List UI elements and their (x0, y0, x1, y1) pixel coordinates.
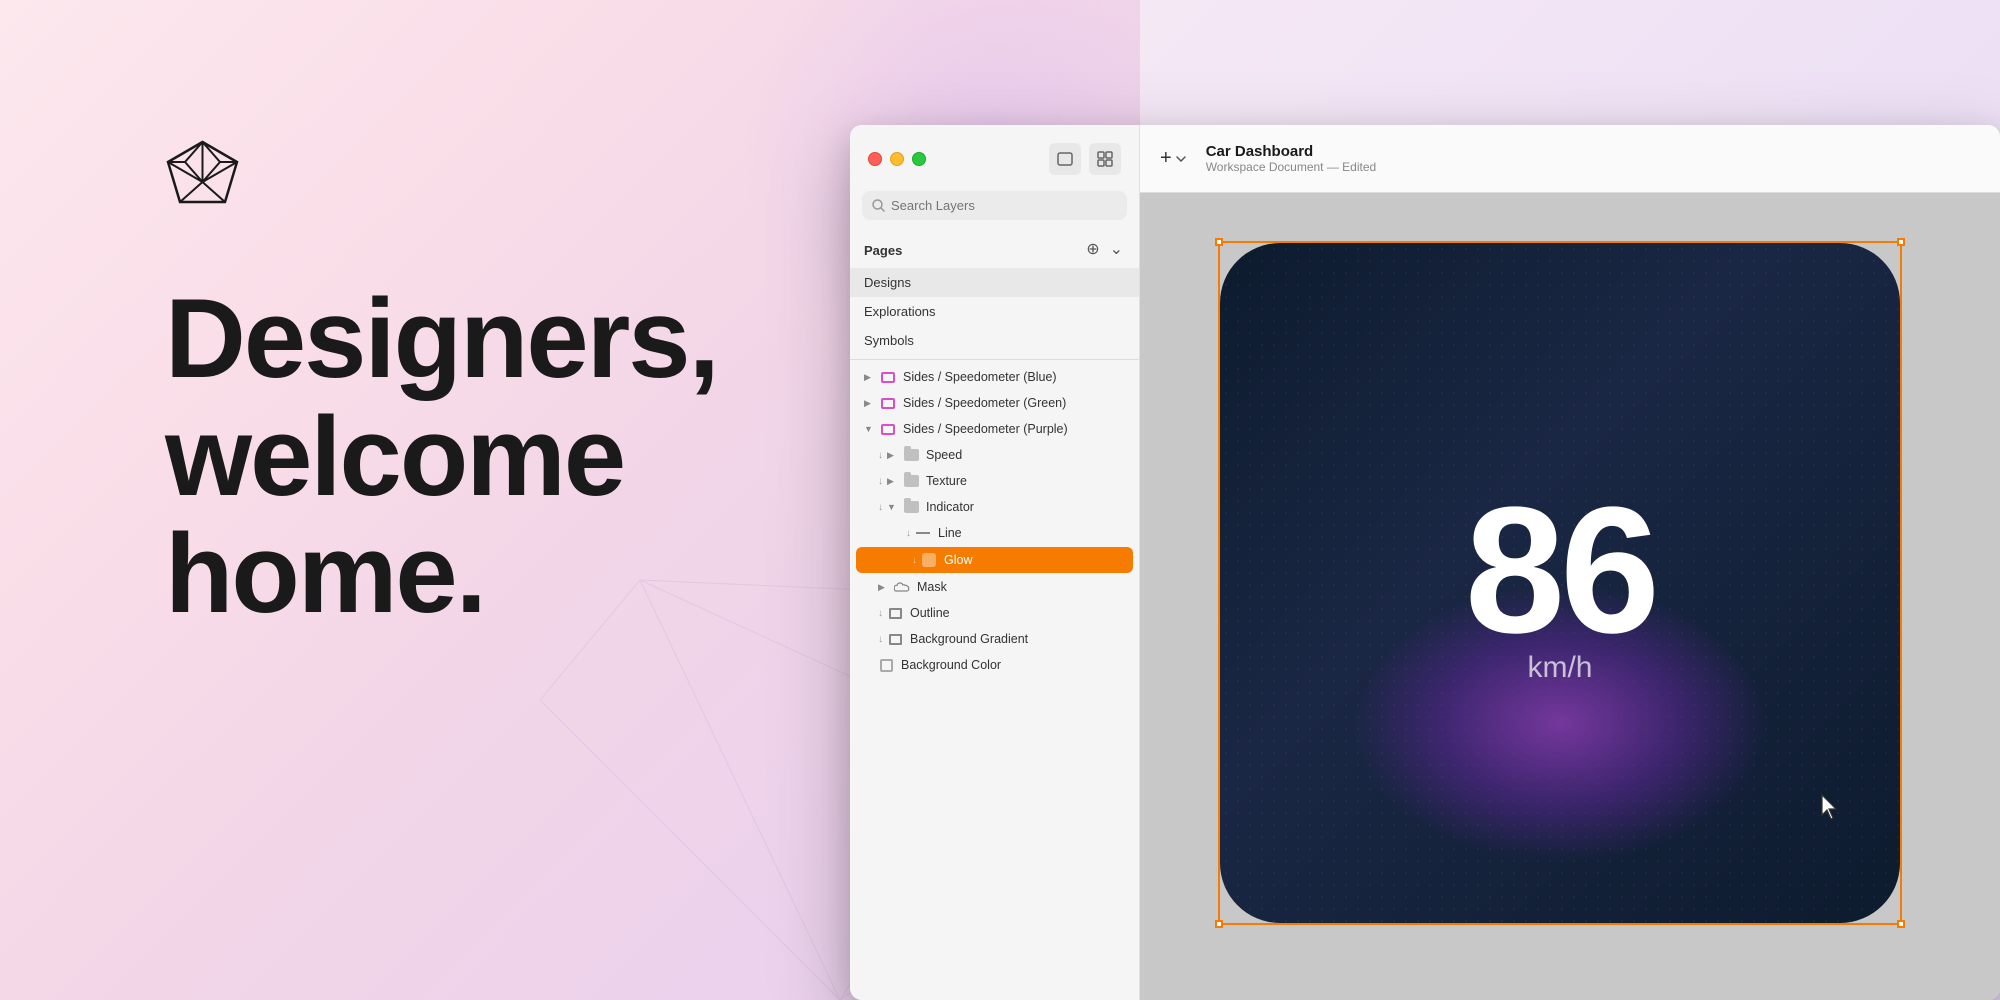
canvas-area[interactable]: 86 km/h (1140, 193, 2000, 1000)
cursor-pointer (1820, 793, 1840, 823)
hero-line-1: Designers, (165, 280, 718, 398)
dropdown-arrow-icon (1176, 156, 1186, 162)
search-icon (872, 199, 885, 212)
page-item-designs[interactable]: Designs (850, 268, 1139, 297)
chevron-green[interactable]: ▶ (864, 398, 876, 409)
small-arrow-indicator: ↓ (878, 502, 883, 513)
small-arrow-texture: ↓ (878, 476, 883, 487)
page-item-explorations[interactable]: Explorations (850, 297, 1139, 326)
pages-collapse-button[interactable]: ⌄ (1108, 240, 1125, 260)
line-icon (915, 525, 931, 541)
layer-name-background-color: Background Color (901, 658, 1129, 672)
layer-name-purple: Sides / Speedometer (Purple) (903, 422, 1129, 436)
symbol-icon-purple (880, 421, 896, 437)
small-arrow-line: ↓ (906, 528, 911, 539)
folder-icon-texture (903, 473, 919, 489)
layer-name-green: Sides / Speedometer (Green) (903, 396, 1129, 410)
pages-label: Pages (864, 243, 902, 258)
add-button[interactable]: + (1160, 147, 1186, 170)
handle-bottom-right[interactable] (1897, 920, 1905, 928)
folder-icon-indicator (903, 499, 919, 515)
main-toolbar: + Car Dashboard Workspace Document — Edi… (1140, 125, 2000, 193)
doc-info: Car Dashboard Workspace Document — Edite… (1206, 143, 1377, 174)
divider-1 (850, 359, 1139, 360)
layer-mask[interactable]: ▶ Mask (850, 574, 1139, 600)
pages-header: Pages ⊕ ⌄ (850, 232, 1139, 268)
small-arrow-bg-gradient: ↓ (878, 634, 883, 645)
layers-list: ▶ Sides / Speedometer (Blue) ▶ Sides / S… (850, 364, 1139, 1000)
traffic-lights (850, 125, 1139, 187)
layer-speedometer-blue[interactable]: ▶ Sides / Speedometer (Blue) (850, 364, 1139, 390)
doc-subtitle: Workspace Document — Edited (1206, 160, 1377, 174)
layer-name-glow: Glow (944, 553, 1123, 567)
symbol-icon-blue (880, 369, 896, 385)
layer-name-indicator: Indicator (926, 500, 1129, 514)
small-arrow-outline: ↓ (878, 608, 883, 619)
layer-background-color[interactable]: Background Color (850, 652, 1139, 678)
layer-speed[interactable]: ↓ ▶ Speed (850, 442, 1139, 468)
add-page-button[interactable]: ⊕ (1084, 240, 1101, 260)
layer-name-outline: Outline (910, 606, 1129, 620)
page-item-symbols[interactable]: Symbols (850, 326, 1139, 355)
layer-name-mask: Mask (917, 580, 1129, 594)
hero-line-2: welcome (165, 398, 718, 516)
symbol-icon-green (880, 395, 896, 411)
handle-top-left[interactable] (1215, 238, 1223, 246)
sketch-logo (165, 140, 240, 215)
handle-top-right[interactable] (1897, 238, 1905, 246)
speedometer-card: 86 km/h (1220, 243, 1900, 923)
layer-name-background-gradient: Background Gradient (910, 632, 1129, 646)
chevron-speed[interactable]: ▶ (887, 450, 899, 461)
hero-line-3: home. (165, 515, 718, 633)
cloud-icon (894, 579, 910, 595)
rect-outline-icon-outline (887, 605, 903, 621)
layer-name-speed: Speed (926, 448, 1129, 462)
layer-background-gradient[interactable]: ↓ Background Gradient (850, 626, 1139, 652)
search-bar[interactable] (862, 191, 1127, 220)
speed-number: 86 (1465, 481, 1655, 661)
sidebar: Pages ⊕ ⌄ Designs Explorations Symbols ▶… (850, 125, 1140, 1000)
handle-bottom-left[interactable] (1215, 920, 1223, 928)
layer-texture[interactable]: ↓ ▶ Texture (850, 468, 1139, 494)
grid-view-icon[interactable] (1089, 143, 1121, 175)
app-window: Pages ⊕ ⌄ Designs Explorations Symbols ▶… (850, 125, 2000, 1000)
rect-outline-icon-gradient (887, 631, 903, 647)
plus-icon: + (1160, 147, 1172, 170)
layer-speedometer-purple[interactable]: ▼ Sides / Speedometer (Purple) (850, 416, 1139, 442)
maximize-button[interactable] (912, 152, 926, 166)
layer-speedometer-green[interactable]: ▶ Sides / Speedometer (Green) (850, 390, 1139, 416)
chevron-mask[interactable]: ▶ (878, 582, 890, 593)
speed-unit: km/h (1527, 651, 1592, 685)
layer-indicator[interactable]: ↓ ▼ Indicator (850, 494, 1139, 520)
layer-line[interactable]: ↓ Line (850, 520, 1139, 546)
main-area: + Car Dashboard Workspace Document — Edi… (1140, 125, 2000, 1000)
layer-name-line: Line (938, 526, 1129, 540)
layer-outline[interactable]: ↓ Outline (850, 600, 1139, 626)
small-arrow-speed: ↓ (878, 450, 883, 461)
layer-name-texture: Texture (926, 474, 1129, 488)
hero-text: Designers, welcome home. (165, 280, 718, 633)
layer-glow[interactable]: ↓ Glow (856, 547, 1133, 573)
close-button[interactable] (868, 152, 882, 166)
chevron-indicator[interactable]: ▼ (887, 502, 899, 512)
layer-name-blue: Sides / Speedometer (Blue) (903, 370, 1129, 384)
minimize-button[interactable] (890, 152, 904, 166)
folder-icon-speed (903, 447, 919, 463)
canvas-view-icon[interactable] (1049, 143, 1081, 175)
pages-header-actions: ⊕ ⌄ (1084, 240, 1125, 260)
doc-title: Car Dashboard (1206, 143, 1377, 160)
chevron-purple[interactable]: ▼ (864, 424, 876, 434)
chevron-texture[interactable]: ▶ (887, 476, 899, 487)
search-input[interactable] (891, 198, 1117, 213)
dashboard-preview: 86 km/h (1220, 243, 1900, 923)
chevron-blue[interactable]: ▶ (864, 372, 876, 383)
small-arrow-glow: ↓ (912, 555, 917, 566)
checkbox-icon (878, 657, 894, 673)
orange-icon (921, 552, 937, 568)
